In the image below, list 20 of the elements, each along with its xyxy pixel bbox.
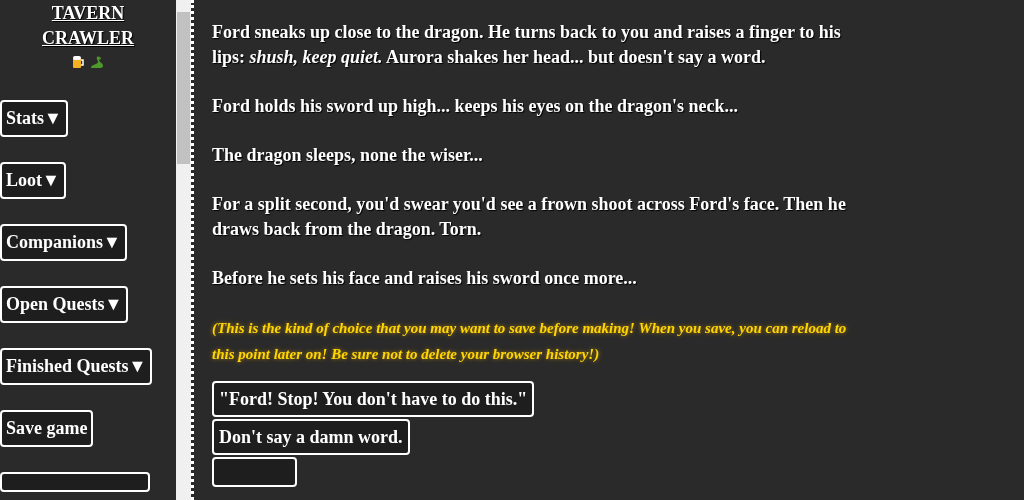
menu-button[interactable]: Companions▼ [0, 224, 127, 261]
menu-button[interactable]: Stats▼ [0, 100, 68, 137]
story-paragraph: The dragon sleeps, none the wiser... [212, 144, 483, 167]
choice-button[interactable]: "Ford! Stop! You don't have to do this." [212, 381, 535, 417]
story-paragraph: Ford sneaks up close to the dragon. He turns back to you and raises a finger to his lips: shush, keep quiet. Aurora shakes her head... but doesn't say a word. [212, 21, 842, 69]
menu-button[interactable]: Save game [0, 410, 94, 447]
game-title: TAVERN CRAWLER [41, 2, 135, 50]
choice-button[interactable] [212, 457, 297, 487]
choice-button[interactable]: Don't say a damn word. [212, 419, 410, 455]
story-paragraph: Ford holds his sword up high... keeps his eyes on the dragon's neck... [212, 95, 739, 118]
menu-button[interactable] [0, 472, 150, 492]
story-paragraph: Before he sets his face and raises his sword once more... [212, 267, 637, 290]
story-paragraph: For a split second, you'd swear you'd see a frown shoot across Ford's face. Then he draws back from the dragon. Torn. [212, 193, 847, 241]
dragon-icon [88, 55, 105, 69]
save-hint: (This is the kind of choice that you may want to save before making! When you save, you can reload to this point later on! Be sure not to delete your browser history!) [212, 319, 848, 364]
menu-button[interactable]: Open Quests▼ [0, 286, 129, 323]
scrollbar[interactable] [176, 0, 191, 500]
beer-mug-icon [71, 55, 85, 69]
menu-button[interactable]: Finished Quests▼ [0, 348, 153, 385]
menu-button[interactable]: Loot▼ [0, 162, 66, 199]
